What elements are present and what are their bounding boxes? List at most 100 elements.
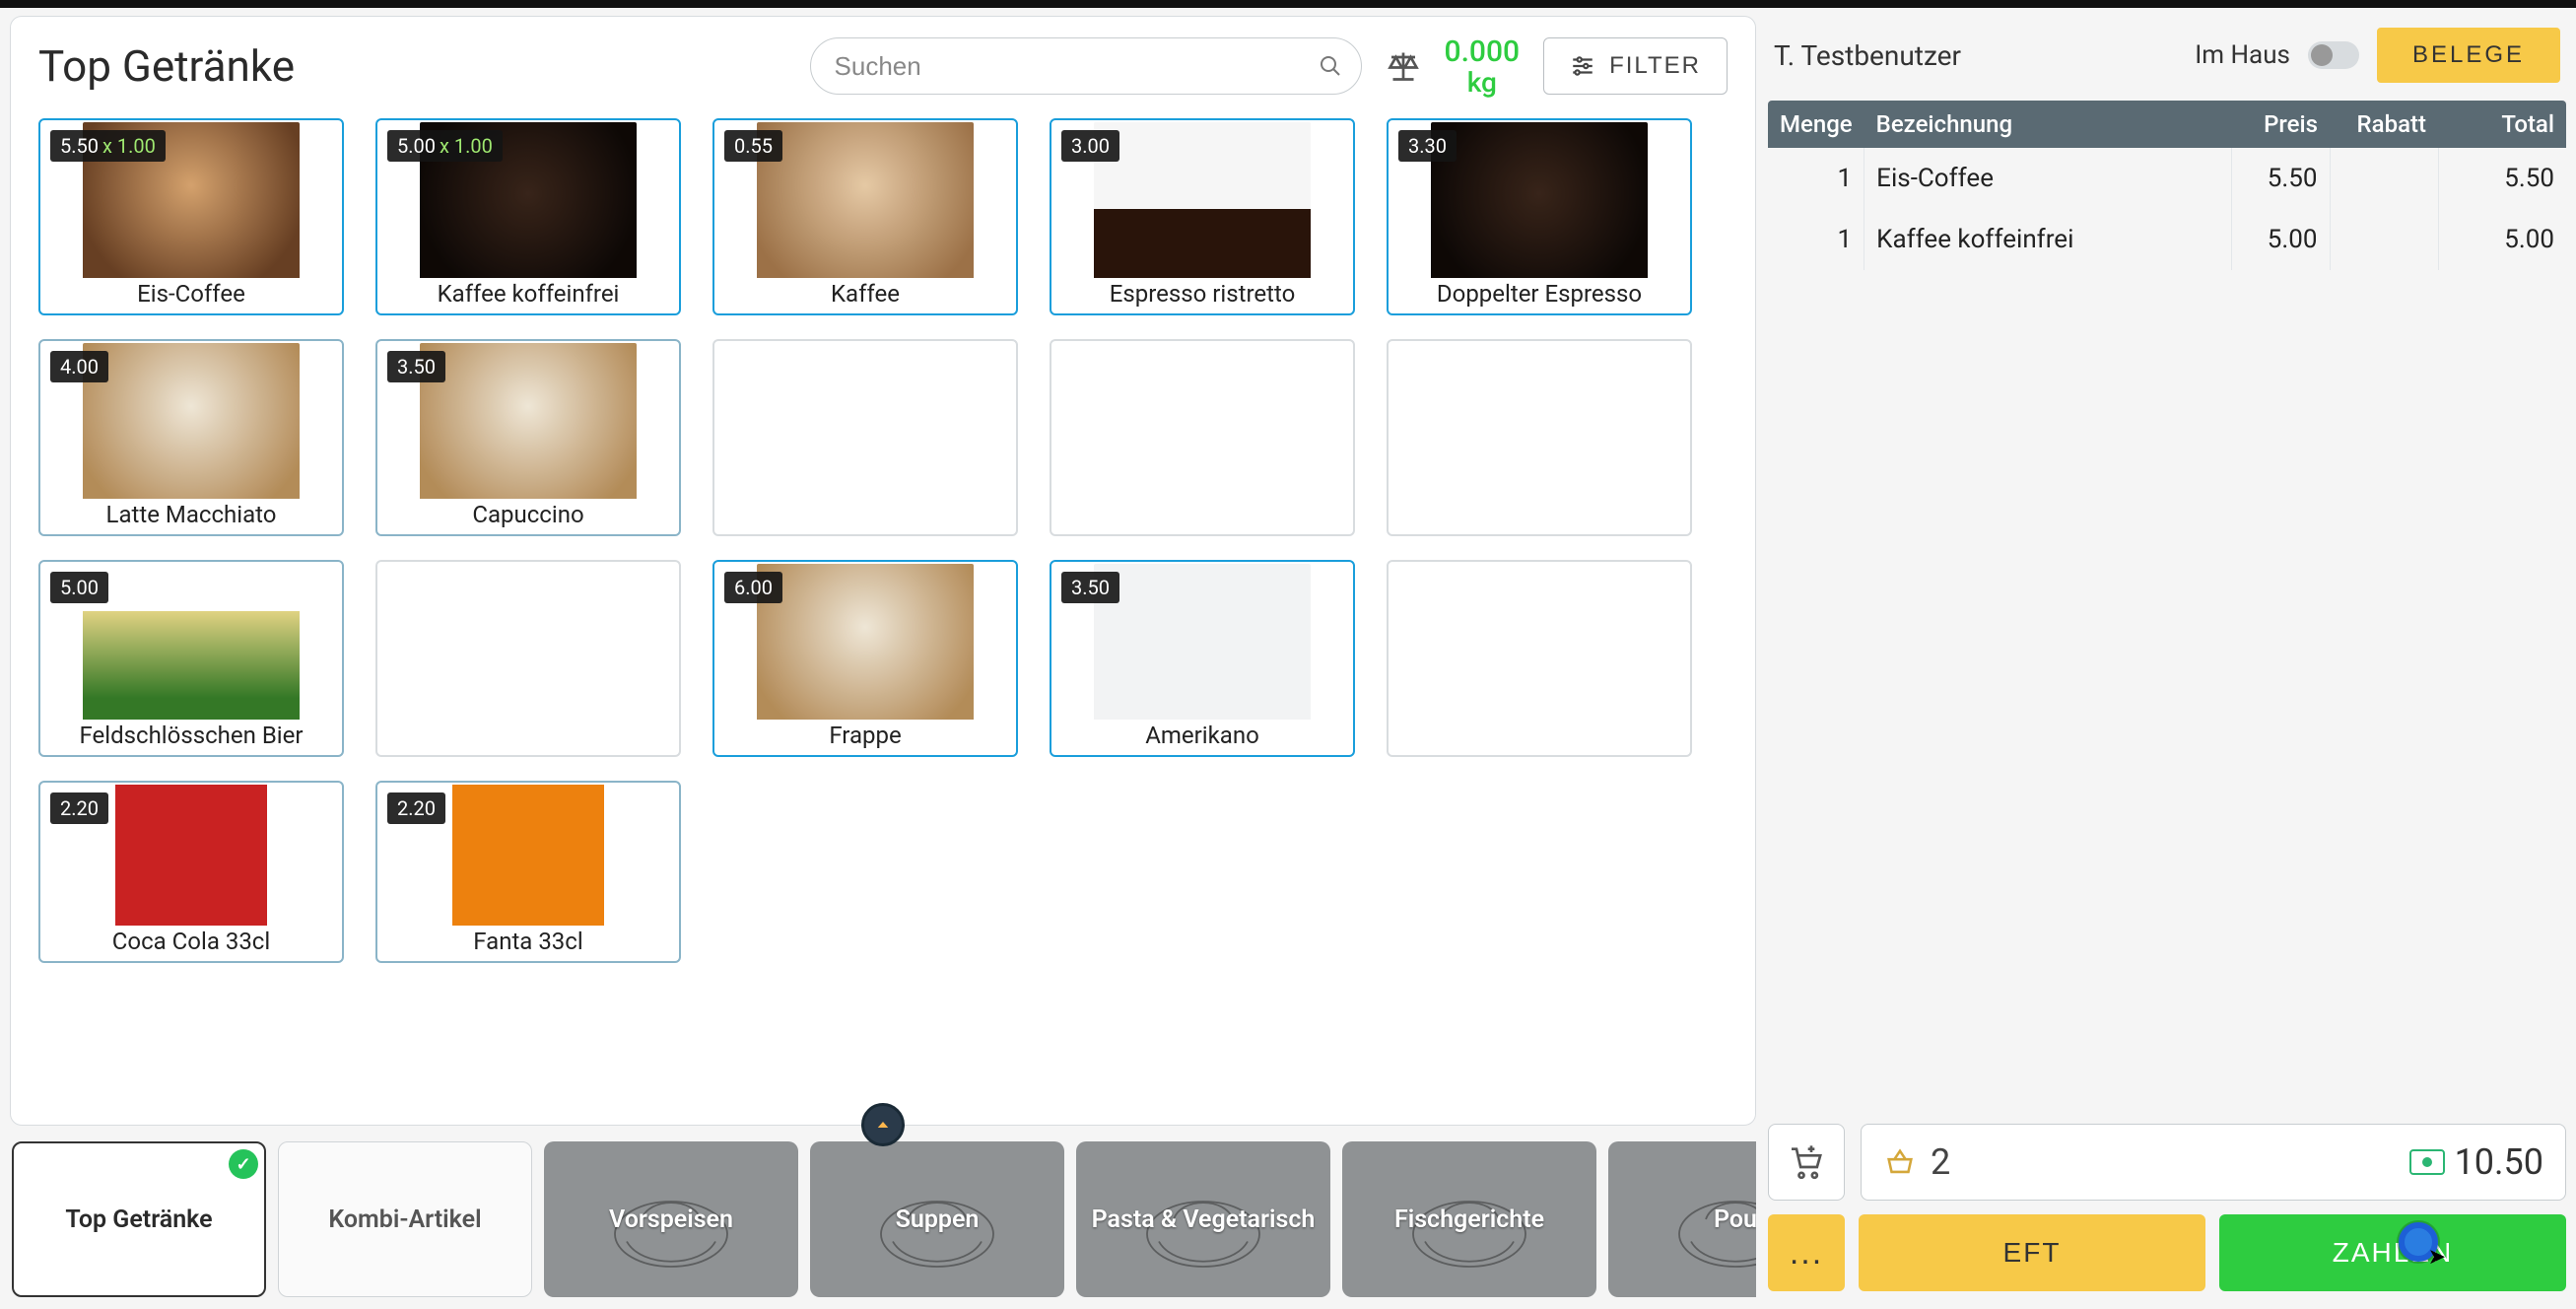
- product-card[interactable]: 3.50Capuccino: [375, 339, 681, 536]
- table-row[interactable]: 1Kaffee koffeinfrei5.005.00: [1768, 209, 2566, 270]
- product-price: 5.50: [60, 134, 99, 158]
- cell-total: 5.00: [2438, 209, 2566, 270]
- table-row[interactable]: 1Eis-Coffee5.505.50: [1768, 148, 2566, 209]
- product-label: Kaffee: [714, 278, 1016, 308]
- product-image: [757, 564, 974, 722]
- category-card[interactable]: Kombi-Artikel: [278, 1141, 532, 1297]
- price-badge: 3.00: [1061, 130, 1119, 162]
- product-slot-empty: [1387, 560, 1692, 757]
- category-label: Top Getränke: [65, 1206, 212, 1234]
- product-image: [1431, 122, 1648, 280]
- product-price: 0.55: [734, 134, 773, 158]
- product-card[interactable]: 2.20 Fanta 33cl: [375, 781, 681, 963]
- cart-button[interactable]: [1768, 1124, 1845, 1201]
- price-badge: 2.20: [50, 792, 108, 824]
- pay-button[interactable]: ZAHLEN ➤: [2219, 1214, 2566, 1291]
- product-image: [83, 785, 300, 942]
- os-topbar: [0, 0, 2576, 8]
- category-label: Pasta & Vegetarisch: [1092, 1206, 1316, 1234]
- sliders-icon: [1570, 53, 1595, 79]
- search-input[interactable]: [810, 37, 1362, 95]
- product-price: 2.20: [60, 796, 99, 820]
- price-badge: 5.00: [50, 572, 108, 603]
- product-image: [420, 785, 637, 942]
- cart-add-icon: [1787, 1142, 1826, 1182]
- product-price: 2.20: [397, 796, 436, 820]
- cell-qty: 1: [1768, 209, 1864, 270]
- product-card[interactable]: 3.50 Amerikano: [1050, 560, 1355, 757]
- category-card[interactable]: Suppen: [810, 1141, 1064, 1297]
- product-label: Espresso ristretto: [1051, 278, 1353, 308]
- filter-button[interactable]: FILTER: [1543, 37, 1728, 95]
- product-label: Amerikano: [1051, 720, 1353, 749]
- col-price: Preis: [2231, 101, 2330, 148]
- product-card[interactable]: 5.50x 1.00Eis-Coffee: [38, 118, 344, 315]
- col-discount: Rabatt: [2330, 101, 2438, 148]
- product-price: 3.30: [1408, 134, 1447, 158]
- product-card[interactable]: 0.55 Kaffee: [712, 118, 1018, 315]
- price-badge: 0.55: [724, 130, 782, 162]
- price-badge: 6.00: [724, 572, 782, 603]
- more-actions-button[interactable]: ...: [1768, 1214, 1845, 1291]
- product-price: 5.00: [397, 134, 436, 158]
- order-table: Menge Bezeichnung Preis Rabatt Total 1Ei…: [1768, 101, 2566, 270]
- order-panel: T. Testbenutzer Im Haus BELEGE Menge Bez…: [1768, 16, 2566, 1299]
- category-card[interactable]: Pasta & Vegetarisch: [1076, 1141, 1330, 1297]
- category-card[interactable]: Vorspeisen: [544, 1141, 798, 1297]
- product-image: [1094, 564, 1311, 722]
- product-card[interactable]: 3.00 Espresso ristretto: [1050, 118, 1355, 315]
- product-slot-empty: [712, 339, 1018, 536]
- product-price: 3.50: [1071, 576, 1110, 599]
- eft-button[interactable]: EFT: [1859, 1214, 2205, 1291]
- product-image: [420, 343, 637, 501]
- category-card[interactable]: Top Getränke✓: [12, 1141, 266, 1297]
- products-panel: Top Getränke 0.000 kg FILTER 5.50x 1.00E…: [10, 16, 1756, 1126]
- product-card[interactable]: 5.00x 1.00 Kaffee koffeinfrei: [375, 118, 681, 315]
- product-label: Fanta 33cl: [377, 926, 679, 955]
- product-price: 6.00: [734, 576, 773, 599]
- product-price: 3.50: [397, 355, 436, 379]
- receipts-button[interactable]: BELEGE: [2377, 28, 2560, 83]
- product-image: [83, 343, 300, 501]
- price-badge: 5.00x 1.00: [387, 130, 503, 162]
- scale-icon[interactable]: [1386, 48, 1421, 84]
- product-label: Kaffee koffeinfrei: [377, 278, 679, 308]
- product-price: 5.00: [60, 576, 99, 599]
- product-label: Coca Cola 33cl: [40, 926, 342, 955]
- collapse-toggle[interactable]: [861, 1103, 905, 1146]
- order-total: 10.50: [2455, 1141, 2543, 1183]
- cell-price: 5.00: [2231, 209, 2330, 270]
- cell-price: 5.50: [2231, 148, 2330, 209]
- product-card[interactable]: 3.30 Doppelter Espresso: [1387, 118, 1692, 315]
- category-label: Suppen: [896, 1206, 980, 1234]
- category-card[interactable]: Fischgerichte: [1342, 1141, 1596, 1297]
- category-card[interactable]: Pou: [1608, 1141, 1756, 1297]
- cell-desc: Kaffee koffeinfrei: [1864, 209, 2231, 270]
- category-label: Vorspeisen: [609, 1206, 733, 1234]
- product-slot-empty: [1050, 339, 1355, 536]
- product-label: Doppelter Espresso: [1389, 278, 1690, 308]
- product-image: [83, 564, 300, 722]
- product-label: Feldschlösschen Bier: [40, 720, 342, 749]
- col-desc: Bezeichnung: [1864, 101, 2231, 148]
- basket-icon: [1883, 1145, 1917, 1179]
- chevron-up-icon: [874, 1116, 892, 1134]
- col-total: Total: [2438, 101, 2566, 148]
- page-title: Top Getränke: [38, 40, 295, 92]
- weight-display: 0.000 kg: [1445, 36, 1521, 97]
- item-count: 2: [1931, 1141, 1950, 1183]
- product-card[interactable]: 4.00Latte Macchiato: [38, 339, 344, 536]
- money-icon: [2409, 1149, 2445, 1175]
- product-card[interactable]: 2.20 Coca Cola 33cl: [38, 781, 344, 963]
- product-card[interactable]: 5.00 Feldschlösschen Bier: [38, 560, 344, 757]
- cell-total: 5.50: [2438, 148, 2566, 209]
- product-label: Frappe: [714, 720, 1016, 749]
- category-label: Pou: [1714, 1206, 1756, 1234]
- product-label: Latte Macchiato: [40, 499, 342, 528]
- order-summary: 2 10.50: [1861, 1124, 2566, 1201]
- price-badge: 3.50: [1061, 572, 1119, 603]
- product-card[interactable]: 6.00 Frappe: [712, 560, 1018, 757]
- product-image: [1094, 122, 1311, 280]
- location-toggle[interactable]: [2308, 41, 2359, 69]
- product-label: Eis-Coffee: [40, 278, 342, 308]
